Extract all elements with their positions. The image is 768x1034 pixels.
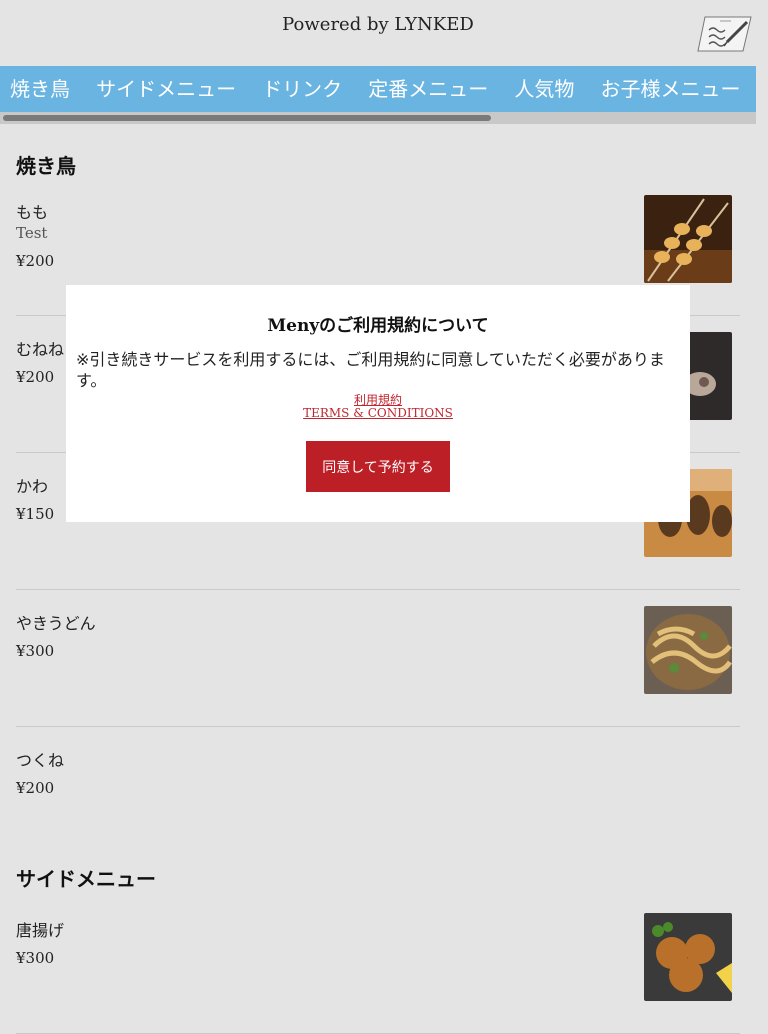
item-name: つくね	[16, 751, 65, 770]
item-price: ¥150	[16, 505, 55, 523]
item-name: むねね	[16, 340, 65, 359]
item-price: ¥200	[16, 368, 55, 386]
item-name: やきうどん	[16, 614, 96, 633]
tab-kids-menu[interactable]: お子様メニュー	[590, 66, 750, 112]
item-photo	[644, 606, 732, 694]
modal-message: ※引き続きサービスを利用するには、ご利用規約に同意していただく必要があります。	[76, 350, 665, 390]
tab-standard-menu[interactable]: 定番メニュー	[358, 66, 498, 112]
menu-item[interactable]: やきうどん ¥300	[16, 606, 740, 727]
modal-title: Menyのご利用規約について	[267, 316, 489, 336]
item-photo	[644, 913, 732, 1001]
item-photo	[644, 195, 732, 283]
item-price: ¥300	[16, 642, 55, 660]
terms-modal: Menyのご利用規約について ※引き続きサービスを利用するには、ご利用規約に同意…	[66, 285, 690, 522]
item-name: もも	[16, 203, 49, 222]
agree-and-reserve-button[interactable]: 同意して予約する	[306, 441, 450, 492]
menu-item[interactable]: つくね ¥200	[16, 743, 740, 863]
tab-drink[interactable]: ドリンク	[252, 66, 352, 112]
item-name: かわ	[16, 477, 49, 496]
edit-note-icon[interactable]	[697, 14, 753, 54]
menu-item[interactable]: 唐揚げ ¥300	[16, 913, 740, 1034]
category-tab-bar: 焼き鳥 サイドメニュー ドリンク 定番メニュー 人気物 お子様メニュー カ	[0, 66, 756, 112]
tab-scrollbar[interactable]	[0, 112, 756, 124]
powered-by-text: Powered by LYNKED	[282, 14, 474, 35]
item-price: ¥200	[16, 252, 55, 270]
terms-link-en[interactable]: TERMS & CONDITIONS	[66, 406, 690, 420]
menu-content: 焼き鳥 もも Test ¥200 むねね ¥200 かわ ¥150 やきうどん …	[0, 124, 756, 1034]
scrollbar-thumb[interactable]	[3, 115, 491, 121]
tab-yakitori[interactable]: 焼き鳥	[0, 66, 80, 112]
item-description: Test	[16, 224, 48, 242]
tab-popular[interactable]: 人気物	[504, 66, 584, 112]
item-price: ¥300	[16, 949, 55, 967]
section-title-yakitori: 焼き鳥	[16, 154, 76, 178]
section-title-side-menu: サイドメニュー	[16, 867, 156, 891]
header: Powered by LYNKED	[0, 0, 768, 66]
tab-side-menu[interactable]: サイドメニュー	[86, 66, 246, 112]
item-name: 唐揚げ	[16, 921, 65, 940]
item-price: ¥200	[16, 779, 55, 797]
